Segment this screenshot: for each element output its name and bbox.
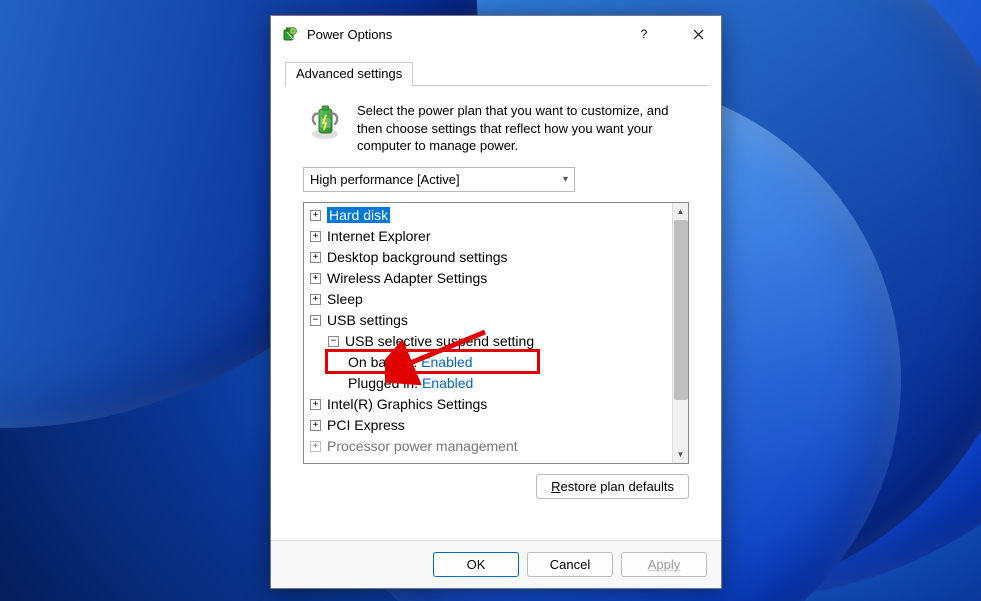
- setting-value[interactable]: Enabled: [422, 375, 473, 391]
- tree-label: Processor power management: [327, 438, 518, 454]
- close-button[interactable]: [675, 16, 721, 52]
- tree-item-internet-explorer[interactable]: + Internet Explorer: [304, 226, 672, 247]
- tree-label-hard-disk: Hard disk: [327, 207, 390, 223]
- power-plan-icon: [305, 102, 345, 147]
- tree-label: Internet Explorer: [327, 228, 431, 244]
- tree-item-desktop-background[interactable]: + Desktop background settings: [304, 247, 672, 268]
- tab-advanced-settings[interactable]: Advanced settings: [285, 62, 413, 87]
- chevron-down-icon: ▾: [563, 174, 568, 185]
- scroll-thumb[interactable]: [674, 220, 688, 400]
- tree-item-intel-graphics[interactable]: + Intel(R) Graphics Settings: [304, 394, 672, 415]
- tree-label: Intel(R) Graphics Settings: [327, 396, 487, 412]
- power-plan-selected: High performance [Active]: [310, 172, 460, 187]
- expander-plus-icon[interactable]: +: [310, 273, 321, 284]
- expander-plus-icon[interactable]: +: [310, 210, 321, 221]
- tree-label: USB selective suspend setting: [345, 333, 534, 349]
- battery-icon: [281, 25, 299, 43]
- tree-label: Wireless Adapter Settings: [327, 270, 487, 286]
- tree-item-pci-express[interactable]: + PCI Express: [304, 415, 672, 436]
- tree-item-usb-settings[interactable]: − USB settings: [304, 310, 672, 331]
- restore-defaults-button[interactable]: Restore plan defaults: [536, 474, 689, 499]
- tab-strip: Advanced settings: [285, 60, 709, 86]
- ok-button[interactable]: OK: [433, 552, 519, 577]
- scroll-up-button[interactable]: ▲: [673, 203, 688, 220]
- scroll-down-button[interactable]: ▼: [673, 446, 688, 463]
- power-options-dialog: Power Options ? Advanced settings: [270, 15, 722, 589]
- window-title: Power Options: [307, 27, 613, 42]
- tree-label: USB settings: [327, 312, 408, 328]
- titlebar[interactable]: Power Options ?: [271, 16, 721, 52]
- power-plan-dropdown[interactable]: High performance [Active] ▾: [303, 167, 575, 192]
- expander-minus-icon[interactable]: −: [328, 336, 339, 347]
- tree-label: Sleep: [327, 291, 363, 307]
- tree-item-wireless-adapter[interactable]: + Wireless Adapter Settings: [304, 268, 672, 289]
- expander-plus-icon[interactable]: +: [310, 252, 321, 263]
- dialog-footer: OK Cancel Apply: [271, 540, 721, 588]
- setting-value[interactable]: Enabled: [421, 354, 472, 370]
- cancel-button[interactable]: Cancel: [527, 552, 613, 577]
- apply-button[interactable]: Apply: [621, 552, 707, 577]
- expander-plus-icon[interactable]: +: [310, 294, 321, 305]
- help-button[interactable]: ?: [621, 16, 667, 52]
- description-text: Select the power plan that you want to c…: [357, 102, 697, 155]
- scrollbar-vertical[interactable]: ▲ ▼: [672, 203, 688, 463]
- setting-label: On battery:: [348, 354, 417, 370]
- expander-plus-icon[interactable]: +: [310, 231, 321, 242]
- expander-minus-icon[interactable]: −: [310, 315, 321, 326]
- tree-label: Desktop background settings: [327, 249, 508, 265]
- setting-label: Plugged in:: [348, 375, 418, 391]
- tree-item-sleep[interactable]: + Sleep: [304, 289, 672, 310]
- expander-plus-icon[interactable]: +: [310, 420, 321, 431]
- tree-item-plugged-in[interactable]: Plugged in: Enabled: [304, 373, 672, 394]
- expander-plus-icon[interactable]: +: [310, 441, 321, 452]
- settings-tree: + Hard disk + Internet Explorer + Deskto…: [303, 202, 689, 464]
- tree-item-on-battery[interactable]: On battery: Enabled: [304, 352, 672, 373]
- tree-item-processor-power[interactable]: + Processor power management: [304, 436, 672, 457]
- expander-plus-icon[interactable]: +: [310, 399, 321, 410]
- tree-item-hard-disk[interactable]: + Hard disk: [304, 205, 672, 226]
- tree-label: PCI Express: [327, 417, 405, 433]
- tree-item-usb-selective-suspend[interactable]: − USB selective suspend setting: [304, 331, 672, 352]
